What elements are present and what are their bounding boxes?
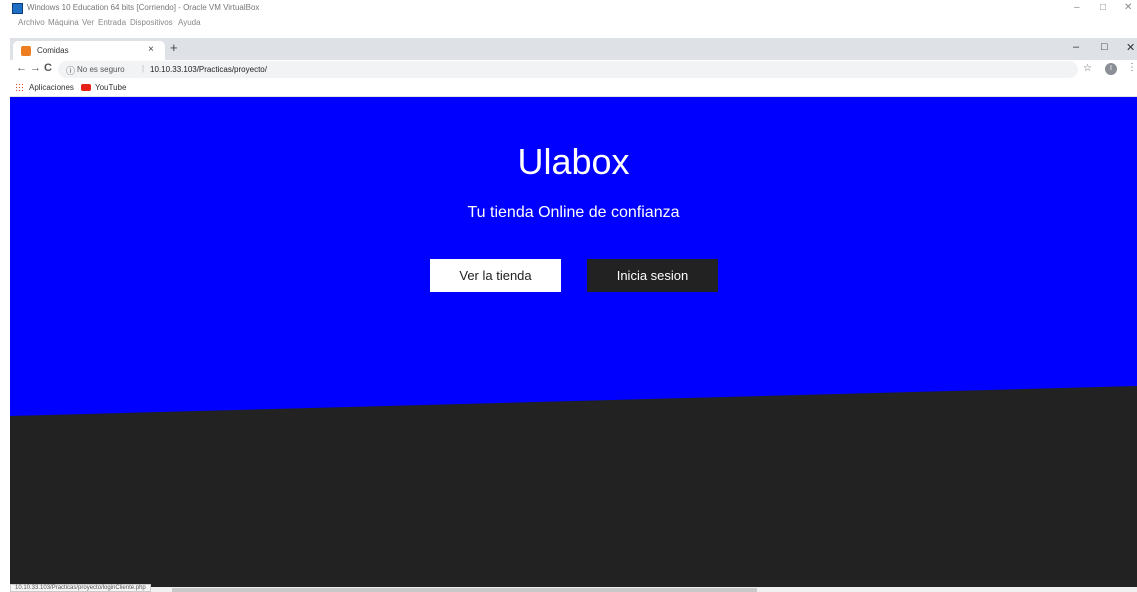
vm-minimize-button[interactable]: – [1074,2,1080,13]
youtube-icon[interactable] [81,84,91,91]
vm-menu-entrada[interactable]: Entrada [98,18,126,27]
tab-close-icon[interactable]: × [148,44,154,55]
address-url[interactable]: 10.10.33.103/Practicas/proyecto/ [150,65,267,74]
vm-window-title: Windows 10 Education 64 bits [Corriendo]… [27,3,260,12]
vm-restore-button[interactable]: □ [1100,2,1106,13]
apps-grid-icon[interactable] [15,83,24,92]
page-subtitle: Tu tienda Online de confianza [467,204,680,221]
browser-tab-strip: Comidas × + – □ ✕ [10,38,1137,60]
site-info-icon[interactable]: ⓘ [66,64,75,77]
browser-tab-comidas[interactable]: Comidas × [13,41,165,60]
horizontal-scrollbar[interactable] [172,588,757,592]
site-favicon-icon [21,46,31,56]
vm-menu-bar: Archivo Máquina Ver Entrada Dispositivos… [0,18,1137,30]
vm-menu-ver[interactable]: Ver [82,18,94,27]
bookmark-youtube[interactable]: YouTube [95,83,126,92]
tab-title: Comidas [37,46,69,55]
view-shop-button[interactable]: Ver la tienda [430,259,561,292]
address-separator: | [142,64,145,73]
vm-menu-archivo[interactable]: Archivo [18,18,45,27]
page-viewport: Ulabox Tu tienda Online de confianza Ver… [10,97,1137,587]
bookmarks-bar: Aplicaciones YouTube [10,79,1137,97]
address-bar[interactable]: ⓘ No es seguro | 10.10.33.103/Practicas/… [58,61,1078,78]
vm-menu-dispositivos[interactable]: Dispositivos [130,18,173,27]
new-tab-button[interactable]: + [170,40,178,55]
browser-toolbar: ← → C ⓘ No es seguro | 10.10.33.103/Prac… [10,60,1137,79]
vm-close-button[interactable]: ✕ [1124,2,1132,13]
virtualbox-logo-icon [12,3,23,14]
vm-menu-ayuda[interactable]: Ayuda [178,18,201,27]
forward-arrow-icon[interactable]: → [30,62,41,74]
status-link-url: 10.10.33.103/Practicas/proyecto/loginCli… [10,584,151,592]
browser-restore-button[interactable]: □ [1101,41,1108,53]
profile-avatar[interactable]: I [1105,63,1117,75]
vm-title-bar: Windows 10 Education 64 bits [Corriendo]… [0,0,1137,18]
security-status-text: No es seguro [77,65,125,74]
login-button[interactable]: Inicia sesion [587,259,718,292]
page-title: Ulabox [517,141,630,182]
back-arrow-icon[interactable]: ← [16,62,27,74]
bookmark-star-icon[interactable]: ☆ [1083,63,1092,74]
bookmark-aplicaciones[interactable]: Aplicaciones [29,83,74,92]
browser-minimize-button[interactable]: – [1073,41,1079,53]
reload-icon[interactable]: C [44,62,52,74]
vm-menu-maquina[interactable]: Máquina [48,18,79,27]
browser-close-button[interactable]: ✕ [1126,41,1135,54]
browser-menu-icon[interactable]: ⋮ [1127,62,1137,73]
